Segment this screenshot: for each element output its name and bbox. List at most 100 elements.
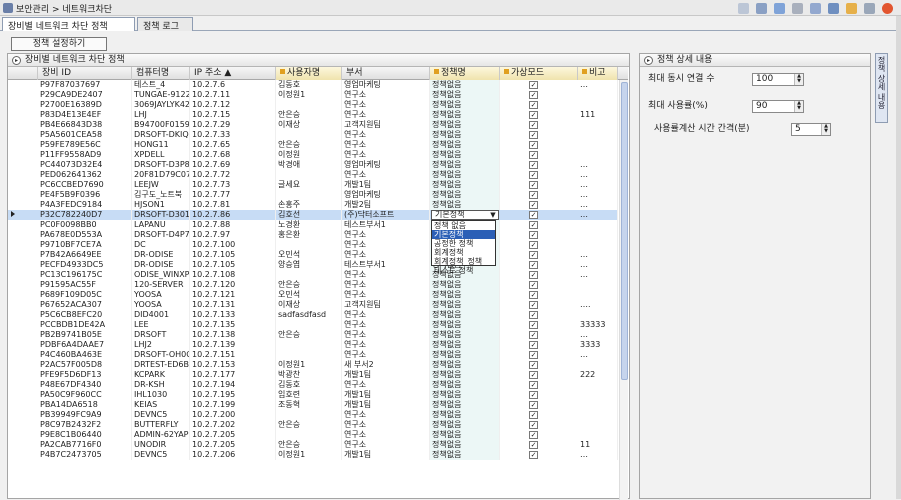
cell-policy[interactable]: 정책없음	[430, 90, 500, 100]
table-row[interactable]: PA2CAB7716F0 UNODIR 10.2.7.205 안은승 연구소 정책없음 ✓ 1…	[8, 440, 618, 450]
table-row[interactable]: P83D4E13E4EF LHJ 10.2.7.15 안은승 연구소 정책없음 ✓ 111	[8, 110, 618, 120]
close-icon[interactable]	[882, 3, 893, 14]
cell-policy[interactable]: 정책없음	[430, 340, 500, 350]
cell-policy[interactable]: 정책없음	[430, 80, 500, 90]
virtual-mode-checkbox[interactable]: ✓	[529, 401, 538, 409]
usage-interval-spinner[interactable]: 5 ▲ ▼	[791, 123, 831, 136]
virtual-mode-checkbox[interactable]: ✓	[529, 331, 538, 339]
cell-policy[interactable]: 정책없음	[430, 280, 500, 290]
virtual-mode-checkbox[interactable]: ✓	[529, 281, 538, 289]
virtual-mode-checkbox[interactable]: ✓	[529, 351, 538, 359]
virtual-mode-checkbox[interactable]: ✓	[529, 411, 538, 419]
cell-policy[interactable]: 정책없음	[430, 140, 500, 150]
virtual-mode-checkbox[interactable]: ✓	[529, 321, 538, 329]
virtual-mode-checkbox[interactable]: ✓	[529, 341, 538, 349]
tools-icon[interactable]	[864, 3, 875, 14]
header-note[interactable]: 비고	[578, 67, 618, 80]
table-row[interactable]: PC44073D32E4DRSOFT-D3P8K5BX10.2.7.69박경애영…	[8, 160, 618, 170]
header-virtual-mode[interactable]: 가상모드	[500, 67, 578, 80]
virtual-mode-checkbox[interactable]: ✓	[529, 131, 538, 139]
scrollbar-thumb[interactable]	[621, 82, 628, 380]
virtual-mode-checkbox[interactable]: ✓	[529, 271, 538, 279]
header-policy[interactable]: 정책명	[430, 67, 500, 80]
cell-policy[interactable]: 정책없음	[430, 310, 500, 320]
table-row[interactable]: PFE9F5D6DF13 KCPARK 10.2.7.177 박광찬 개발1팀 정책없음 ✓…	[8, 370, 618, 380]
virtual-mode-checkbox[interactable]: ✓	[529, 291, 538, 299]
virtual-mode-checkbox[interactable]: ✓	[529, 421, 538, 429]
monitor-icon[interactable]	[738, 3, 749, 14]
table-row[interactable]: PB2B9741B05E DRSOFT 10.2.7.138 안은승 연구소 정책없음 ✓…	[8, 330, 618, 340]
cell-policy[interactable]: 정책없음	[430, 120, 500, 130]
cell-policy[interactable]: 정책없음	[430, 410, 500, 420]
table-row[interactable]: P91595AC55F 120-SERVER 10.2.7.120 안은승 연구소 정책없…	[8, 280, 618, 290]
dropdown-option[interactable]: 회계정책_정책	[432, 257, 495, 266]
table-row[interactable]: P4B7C2473705 DEVNC5 10.2.7.206 이정원1 개발1팀 정책없음…	[8, 450, 618, 460]
policy-combobox[interactable]: 기본정책 ▼	[431, 210, 499, 220]
cell-policy[interactable]: 정책없음	[430, 130, 500, 140]
set-policy-button[interactable]: 정책 설정하기	[11, 37, 107, 51]
vertical-scrollbar[interactable]	[619, 80, 628, 500]
cell-policy[interactable]: 정책없음	[430, 370, 500, 380]
cell-policy[interactable]: 정책없음	[430, 420, 500, 430]
virtual-mode-checkbox[interactable]: ✓	[529, 241, 538, 249]
virtual-mode-checkbox[interactable]: ✓	[529, 141, 538, 149]
cell-policy[interactable]: 정책없음	[430, 330, 500, 340]
cell-policy[interactable]: 정책없음	[430, 110, 500, 120]
virtual-mode-checkbox[interactable]: ✓	[529, 221, 538, 229]
collapse-icon[interactable]: ▸	[644, 56, 653, 65]
virtual-mode-checkbox[interactable]: ✓	[529, 111, 538, 119]
table-row[interactable]: P32C782240D7DRSOFT-D30115D510.2.7.86김호선(…	[8, 210, 618, 275]
cell-policy[interactable]: 정책없음	[430, 100, 500, 110]
table-row[interactable]: PA678E0D553ADRSOFT-D4P7K6BX10.2.7.97홍은환연…	[8, 230, 618, 240]
table-row[interactable]: P5C6CB8EFC20 DID4001 10.2.7.133 sadfasdfasd…	[8, 310, 618, 320]
virtual-mode-checkbox[interactable]: ✓	[529, 101, 538, 109]
grid-icon[interactable]	[756, 3, 767, 14]
virtual-mode-checkbox[interactable]: ✓	[529, 81, 538, 89]
cell-policy[interactable]: 정책없음	[430, 440, 500, 450]
table-row[interactable]: P2700E16389D3069JAYLYK4230X10.2.7.12 연구소정…	[8, 100, 618, 110]
table-row[interactable]: PC0F0098BB0LAPANU10.2.7.88노경환테스트부서1정책없음✓	[8, 220, 618, 230]
cell-policy[interactable]: 정책없음	[430, 160, 500, 170]
dropdown-option[interactable]: 공정한 정책	[432, 239, 495, 248]
virtual-mode-checkbox[interactable]: ✓	[529, 191, 538, 199]
virtual-mode-checkbox[interactable]: ✓	[529, 251, 538, 259]
virtual-mode-checkbox[interactable]: ✓	[529, 161, 538, 169]
max-connections-spinner[interactable]: 100 ▲ ▼	[752, 73, 804, 86]
virtual-mode-checkbox[interactable]: ✓	[529, 231, 538, 239]
virtual-mode-checkbox[interactable]: ✓	[529, 261, 538, 269]
table-row[interactable]: P8C97B2432F2 BUTTERFLY 10.2.7.202 안은승 연구소 정책없…	[8, 420, 618, 430]
table-row[interactable]: P59FE789E56C HONG11 10.2.7.65 안은승 연구소 정책없음 ✓	[8, 140, 618, 150]
table-row[interactable]: P29CA9DE2407TUNGAE-91223A9C10.2.7.11이정원1…	[8, 90, 618, 100]
dropdown-option[interactable]: 테스트 정책	[432, 266, 495, 275]
virtual-mode-checkbox[interactable]: ✓	[529, 381, 538, 389]
side-tab-policy-detail[interactable]: 정책 상세 내용	[875, 53, 888, 123]
table-row[interactable]: P97F87037697 테스트_4 10.2.7.6 김동호 영업마케팅 정책없음 ✓…	[8, 80, 618, 90]
table-row[interactable]: P2AC57F005D8DRTEST-ED6BB8C210.2.7.153이정원…	[8, 360, 618, 370]
table-row[interactable]: PC6CCBED7690 LEEJW 10.2.7.73 글세요 개발1팀 정책없음 ✓…	[8, 180, 618, 190]
collapse-icon[interactable]: ▸	[12, 56, 21, 65]
table-row[interactable]: PED06264136220F81D79C07F46110.2.7.72 연구소정…	[8, 170, 618, 180]
header-user[interactable]: 사용자명	[276, 67, 342, 80]
table-row[interactable]: P4A3FEDC9184 HJSON1 10.2.7.81 손홍주 개발2팀 정책없음 ✓…	[8, 200, 618, 210]
window-icon[interactable]	[828, 3, 839, 14]
dropdown-option[interactable]: 회계정책	[432, 248, 495, 257]
table-row[interactable]: P5A5601CEA58DRSOFT-DKIQ6KYZ10.2.7.33 연구소정…	[8, 130, 618, 140]
folder-icon[interactable]	[846, 3, 857, 14]
virtual-mode-checkbox[interactable]: ✓	[529, 301, 538, 309]
max-usage-spinner[interactable]: 90 ▲ ▼	[752, 100, 804, 113]
cell-policy[interactable]: 정책없음	[430, 350, 500, 360]
cell-policy[interactable]: 정책없음	[430, 190, 500, 200]
spinner-arrows-icon[interactable]: ▲ ▼	[794, 74, 803, 85]
cell-policy[interactable]: 정책없음	[430, 150, 500, 160]
virtual-mode-checkbox[interactable]: ✓	[529, 311, 538, 319]
cell-policy[interactable]: 정책없음	[430, 390, 500, 400]
tab-device-policy[interactable]: 장비별 네트워크 차단 정책	[2, 17, 135, 32]
table-row[interactable]: P67652ACA307 YOOSA 10.2.7.131 이재상 고객지원팀 정책없음 ✓…	[8, 300, 618, 310]
dropdown-option[interactable]: 정책 없음	[432, 221, 495, 230]
users-icon[interactable]	[810, 3, 821, 14]
table-row[interactable]: P689F109D05C YOOSA 10.2.7.121 오민석 연구소 정책없음 ✓	[8, 290, 618, 300]
table-row[interactable]: P9710BF7CE7ADC10.2.7.100연구소정책없음✓	[8, 240, 618, 250]
table-row[interactable]: P7B42A6649EEDR-ODISE10.2.7.105오민석연구소정책없음…	[8, 250, 618, 260]
virtual-mode-checkbox[interactable]: ✓	[529, 371, 538, 379]
table-row[interactable]: P4C460BA463EDRSOFT-OH0OSH7N10.2.7.151 연구소…	[8, 350, 618, 360]
